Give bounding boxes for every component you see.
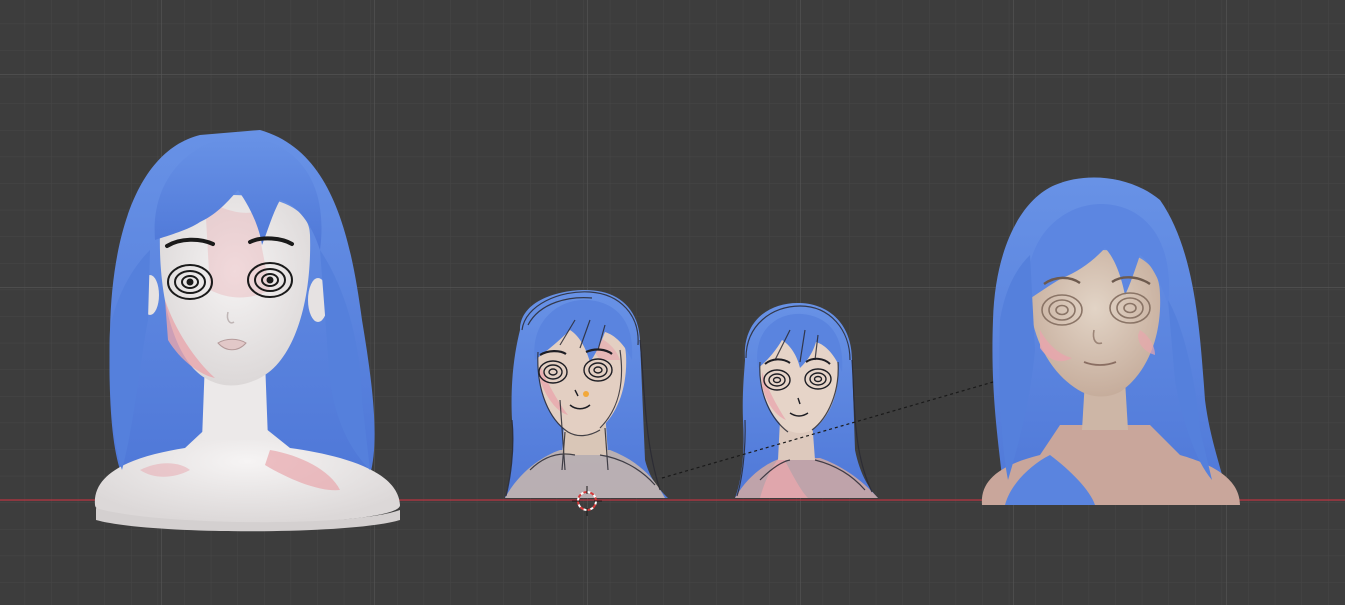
3d-viewport[interactable]	[0, 0, 1345, 605]
object-origin-dot	[583, 391, 589, 397]
